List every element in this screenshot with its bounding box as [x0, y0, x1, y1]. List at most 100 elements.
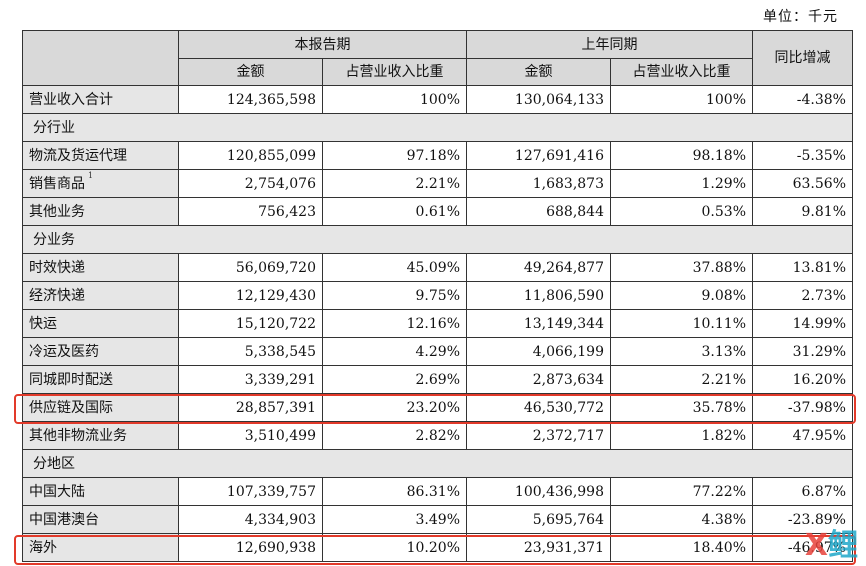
prior-amount-cell: 49,264,877	[466, 253, 611, 282]
prior-amount-cell: 688,844	[466, 197, 611, 226]
yoy-cell: 6.87%	[752, 477, 853, 506]
table-row: 其他业务 756,423 0.61% 688,844 0.53% 9.81%	[22, 197, 853, 226]
cur-amount-cell: 28,857,391	[178, 393, 323, 422]
cur-share-cell: 23.20%	[322, 393, 467, 422]
table-row: 快运 15,120,722 12.16% 13,149,344 10.11% 1…	[22, 309, 853, 338]
prior-share-cell: 100%	[610, 85, 753, 114]
yoy-cell: 13.81%	[752, 253, 853, 282]
prior-share-cell: 77.22%	[610, 477, 753, 506]
prior-amount-cell: 13,149,344	[466, 309, 611, 338]
yoy-cell: 14.99%	[752, 309, 853, 338]
section-row-by-region: 分地区	[22, 449, 853, 478]
cur-amount-cell: 12,690,938	[178, 533, 323, 562]
prior-share-cell: 18.40%	[610, 533, 753, 562]
table-row-highlighted: 海外 12,690,938 10.20% 23,931,371 18.40% -…	[22, 533, 853, 562]
header-current-period: 本报告期	[178, 30, 467, 59]
cur-amount-cell: 15,120,722	[178, 309, 323, 338]
cur-amount-cell: 3,339,291	[178, 365, 323, 394]
yoy-cell: -23.89%	[752, 505, 853, 534]
yoy-cell: 2.73%	[752, 281, 853, 310]
header-blank-cell	[22, 30, 179, 86]
prior-share-cell: 9.08%	[610, 281, 753, 310]
prior-amount-cell: 4,066,199	[466, 337, 611, 366]
row-label: 海外	[22, 533, 179, 562]
row-label-cell: 销售商品1	[22, 169, 179, 198]
prior-share-cell: 2.21%	[610, 365, 753, 394]
table-row: 同城即时配送 3,339,291 2.69% 2,873,634 2.21% 1…	[22, 365, 853, 394]
table-row-total: 营业收入合计 124,365,598 100% 130,064,133 100%…	[22, 85, 853, 114]
row-label: 中国港澳台	[22, 505, 179, 534]
prior-share-cell: 10.11%	[610, 309, 753, 338]
prior-amount-cell: 130,064,133	[466, 85, 611, 114]
table-row: 时效快递 56,069,720 45.09% 49,264,877 37.88%…	[22, 253, 853, 282]
cur-share-cell: 4.29%	[322, 337, 467, 366]
section-title: 分地区	[22, 449, 853, 478]
table-row: 中国港澳台 4,334,903 3.49% 5,695,764 4.38% -2…	[22, 505, 853, 534]
prior-share-cell: 37.88%	[610, 253, 753, 282]
prior-amount-cell: 2,372,717	[466, 421, 611, 450]
cur-share-cell: 100%	[322, 85, 467, 114]
prior-amount-cell: 23,931,371	[466, 533, 611, 562]
unit-label: 单位：千元	[763, 9, 838, 25]
prior-amount-cell: 11,806,590	[466, 281, 611, 310]
header-current-share: 占营业收入比重	[322, 58, 467, 86]
yoy-cell: 63.56%	[752, 169, 853, 198]
row-label: 供应链及国际	[22, 393, 179, 422]
cur-share-cell: 45.09%	[322, 253, 467, 282]
row-label: 冷运及医药	[22, 337, 179, 366]
section-title: 分业务	[22, 225, 853, 254]
cur-amount-cell: 3,510,499	[178, 421, 323, 450]
yoy-cell: -37.98%	[752, 393, 853, 422]
cur-amount-cell: 2,754,076	[178, 169, 323, 198]
cur-share-cell: 0.61%	[322, 197, 467, 226]
cur-amount-cell: 107,339,757	[178, 477, 323, 506]
cur-amount-cell: 12,129,430	[178, 281, 323, 310]
header-prior-period: 上年同期	[466, 30, 753, 59]
cur-amount-cell: 56,069,720	[178, 253, 323, 282]
cur-share-cell: 3.49%	[322, 505, 467, 534]
cur-amount-cell: 756,423	[178, 197, 323, 226]
cur-share-cell: 2.21%	[322, 169, 467, 198]
revenue-breakdown-table: 本报告期 上年同期 同比增减 金额 占营业收入比重 金额 占营业收入比重 营业收…	[22, 30, 853, 562]
table-row: 中国大陆 107,339,757 86.31% 100,436,998 77.2…	[22, 477, 853, 506]
prior-share-cell: 1.82%	[610, 421, 753, 450]
cur-share-cell: 86.31%	[322, 477, 467, 506]
section-row-by-business: 分业务	[22, 225, 853, 254]
prior-share-cell: 1.29%	[610, 169, 753, 198]
row-label: 营业收入合计	[22, 85, 179, 114]
prior-amount-cell: 2,873,634	[466, 365, 611, 394]
table-row: 冷运及医药 5,338,545 4.29% 4,066,199 3.13% 31…	[22, 337, 853, 366]
row-label: 快运	[22, 309, 179, 338]
row-label: 物流及货运代理	[22, 141, 179, 170]
cur-share-cell: 2.69%	[322, 365, 467, 394]
header-current-amount: 金额	[178, 58, 323, 86]
table-row: 物流及货运代理 120,855,099 97.18% 127,691,416 9…	[22, 141, 853, 170]
prior-share-cell: 0.53%	[610, 197, 753, 226]
prior-share-cell: 35.78%	[610, 393, 753, 422]
section-row-by-industry: 分行业	[22, 113, 853, 142]
prior-share-cell: 3.13%	[610, 337, 753, 366]
cur-amount-cell: 5,338,545	[178, 337, 323, 366]
cur-share-cell: 12.16%	[322, 309, 467, 338]
row-label: 同城即时配送	[22, 365, 179, 394]
yoy-cell: -46.97%	[752, 533, 853, 562]
prior-amount-cell: 127,691,416	[466, 141, 611, 170]
section-title: 分行业	[22, 113, 853, 142]
prior-amount-cell: 1,683,873	[466, 169, 611, 198]
row-label: 中国大陆	[22, 477, 179, 506]
row-label: 其他业务	[22, 197, 179, 226]
row-label: 时效快递	[22, 253, 179, 282]
prior-amount-cell: 100,436,998	[466, 477, 611, 506]
row-label: 其他非物流业务	[22, 421, 179, 450]
cur-share-cell: 97.18%	[322, 141, 467, 170]
yoy-cell: 9.81%	[752, 197, 853, 226]
header-yoy-change: 同比增减	[752, 30, 853, 86]
table-row: 销售商品1 2,754,076 2.21% 1,683,873 1.29% 63…	[22, 169, 853, 198]
footnote-marker: 1	[88, 170, 94, 180]
prior-amount-cell: 5,695,764	[466, 505, 611, 534]
prior-share-cell: 98.18%	[610, 141, 753, 170]
table-row: 经济快递 12,129,430 9.75% 11,806,590 9.08% 2…	[22, 281, 853, 310]
yoy-cell: -5.35%	[752, 141, 853, 170]
yoy-cell: -4.38%	[752, 85, 853, 114]
table-row: 其他非物流业务 3,510,499 2.82% 2,372,717 1.82% …	[22, 421, 853, 450]
